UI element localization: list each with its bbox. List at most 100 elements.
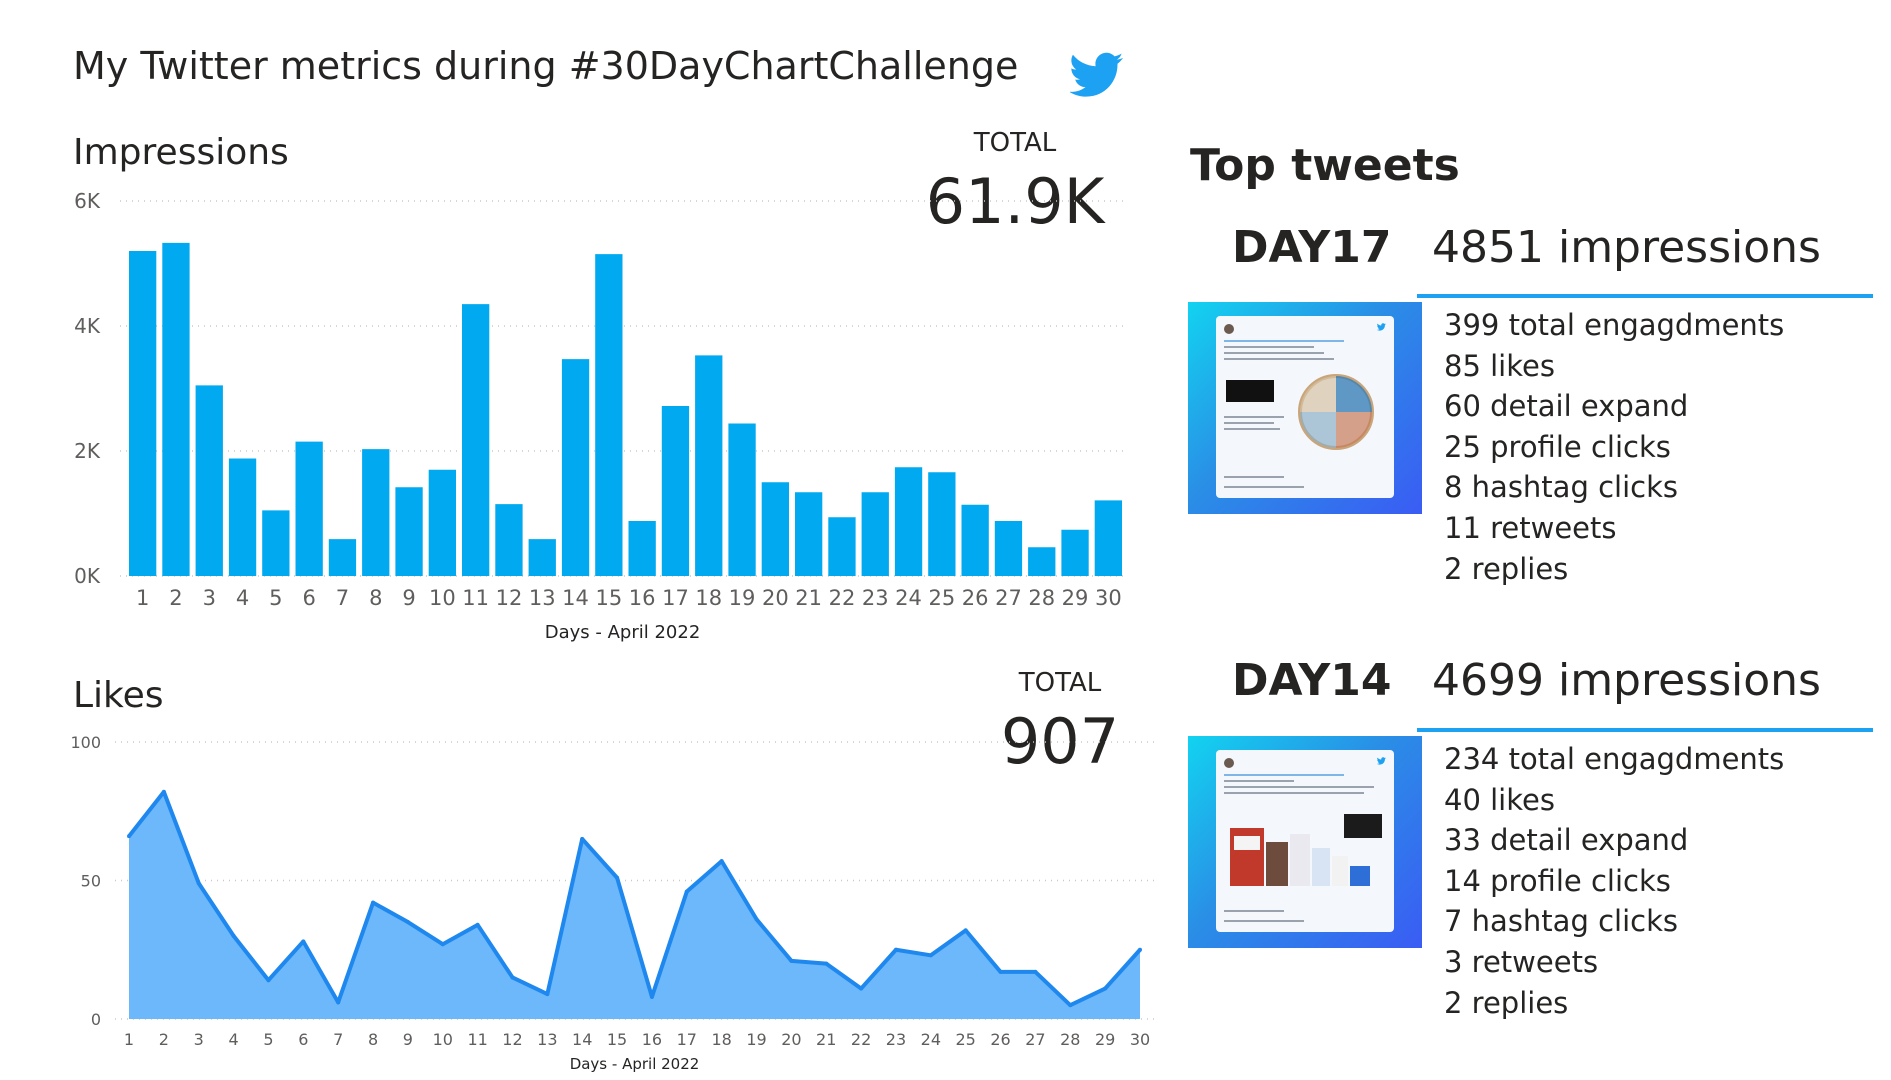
data-point (266, 978, 271, 983)
data-point (1068, 1003, 1073, 1008)
tweet-text-line (1224, 352, 1324, 354)
likes-area (129, 791, 1140, 1019)
bar (195, 385, 223, 576)
x-tick-label: 29 (1095, 1030, 1115, 1049)
x-tick-label: 30 (1095, 586, 1122, 610)
top-tweets-title: Top tweets (1190, 140, 1460, 191)
stat-replies: 2 replies (1444, 551, 1569, 586)
x-tick-label: 2 (169, 586, 182, 610)
tweet-text-line (1224, 340, 1344, 342)
bar (328, 539, 357, 576)
x-tick-label: 28 (1028, 586, 1055, 610)
x-tick-label: 6 (302, 586, 315, 610)
x-tick-label: 20 (762, 586, 789, 610)
bar (1094, 500, 1123, 576)
chord-diagram-image (1298, 374, 1374, 450)
tweet-text-line (1224, 786, 1374, 788)
bar (794, 492, 823, 576)
data-point (301, 939, 306, 944)
x-tick-label: 26 (990, 1030, 1010, 1049)
x-tick-label: 7 (333, 1030, 343, 1049)
bar (1061, 529, 1089, 576)
bar (695, 355, 723, 576)
x-tick-label: 8 (369, 586, 382, 610)
x-tick-label: 11 (467, 1030, 487, 1049)
data-point (789, 958, 794, 963)
data-point (859, 986, 864, 991)
tweet-text-line (1224, 346, 1314, 348)
data-point (928, 953, 933, 958)
x-tick-label: 23 (862, 586, 889, 610)
y-tick-label: 4K (74, 314, 101, 338)
x-tick-label: 20 (781, 1030, 801, 1049)
bar (262, 510, 290, 576)
y-tick-label: 0 (91, 1010, 101, 1029)
data-point (127, 834, 131, 839)
bar (961, 504, 989, 576)
data-point (1033, 969, 1038, 974)
x-tick-label: 22 (851, 1030, 871, 1049)
x-tick-label: 14 (562, 586, 589, 610)
data-point (615, 875, 620, 880)
x-tick-label: 13 (537, 1030, 557, 1049)
twitter-bird-icon (1377, 757, 1386, 765)
data-point (371, 900, 376, 905)
bar (561, 359, 590, 576)
x-tick-label: 1 (136, 586, 149, 610)
stat-detail-expand: 60 detail expand (1444, 389, 1689, 424)
top-tweet-impressions: 4851 impressions (1432, 222, 1821, 273)
tweet-logo-image (1226, 380, 1274, 402)
x-tick-label: 9 (402, 586, 415, 610)
x-tick-label: 13 (529, 586, 556, 610)
data-point (754, 917, 759, 922)
tweet-card (1216, 316, 1394, 498)
stat-total-engagements: 234 total engagdments (1444, 742, 1785, 776)
tweet-thumbnail (1188, 736, 1422, 948)
twitter-bird-icon (1377, 323, 1386, 331)
data-point (231, 933, 236, 938)
x-tick-label: 19 (746, 1030, 766, 1049)
tweet-text-line (1224, 774, 1344, 776)
tweet-stats: 234 total engagdments 40 likes 33 detail… (1444, 739, 1784, 1023)
tweet-text-line (1224, 780, 1294, 782)
x-tick-label: 4 (228, 1030, 238, 1049)
x-tick-label: 23 (886, 1030, 906, 1049)
stat-replies: 2 replies (1444, 985, 1569, 1020)
tweet-text-line (1224, 358, 1334, 360)
tweet-meta-line (1224, 920, 1304, 922)
tweet-meta-line (1224, 486, 1304, 488)
data-point (684, 889, 689, 894)
x-tick-label: 7 (336, 586, 349, 610)
x-tick-label: 22 (829, 586, 856, 610)
bar (1028, 547, 1056, 576)
x-tick-label: 5 (269, 586, 282, 610)
data-point (405, 920, 410, 925)
stat-hashtag-clicks: 8 hashtag clicks (1444, 470, 1678, 505)
bar (628, 521, 656, 576)
bar (528, 539, 556, 576)
x-tick-label: 5 (263, 1030, 273, 1049)
stat-hashtag-clicks: 7 hashtag clicks (1444, 904, 1678, 939)
tweet-card (1216, 750, 1394, 932)
tweet-text-line (1224, 792, 1364, 794)
bar (928, 472, 956, 576)
x-tick-label: 10 (433, 1030, 453, 1049)
avatar (1224, 324, 1234, 334)
y-tick-label: 0K (74, 564, 101, 588)
data-point (336, 1000, 341, 1005)
x-tick-label: 11 (462, 586, 489, 610)
milk-cartons-image (1230, 814, 1382, 886)
x-axis-label: Days - April 2022 (545, 622, 701, 643)
x-tick-label: 15 (607, 1030, 627, 1049)
x-tick-label: 17 (677, 1030, 697, 1049)
data-point (649, 994, 654, 999)
divider (1417, 728, 1873, 732)
data-point (719, 859, 724, 864)
bar (994, 521, 1023, 576)
bar (295, 441, 323, 576)
x-tick-label: 27 (1025, 1030, 1045, 1049)
top-tweet-impressions: 4699 impressions (1432, 655, 1821, 706)
bar (728, 423, 756, 576)
tweet-text-line (1224, 428, 1280, 430)
x-tick-label: 3 (194, 1030, 204, 1049)
